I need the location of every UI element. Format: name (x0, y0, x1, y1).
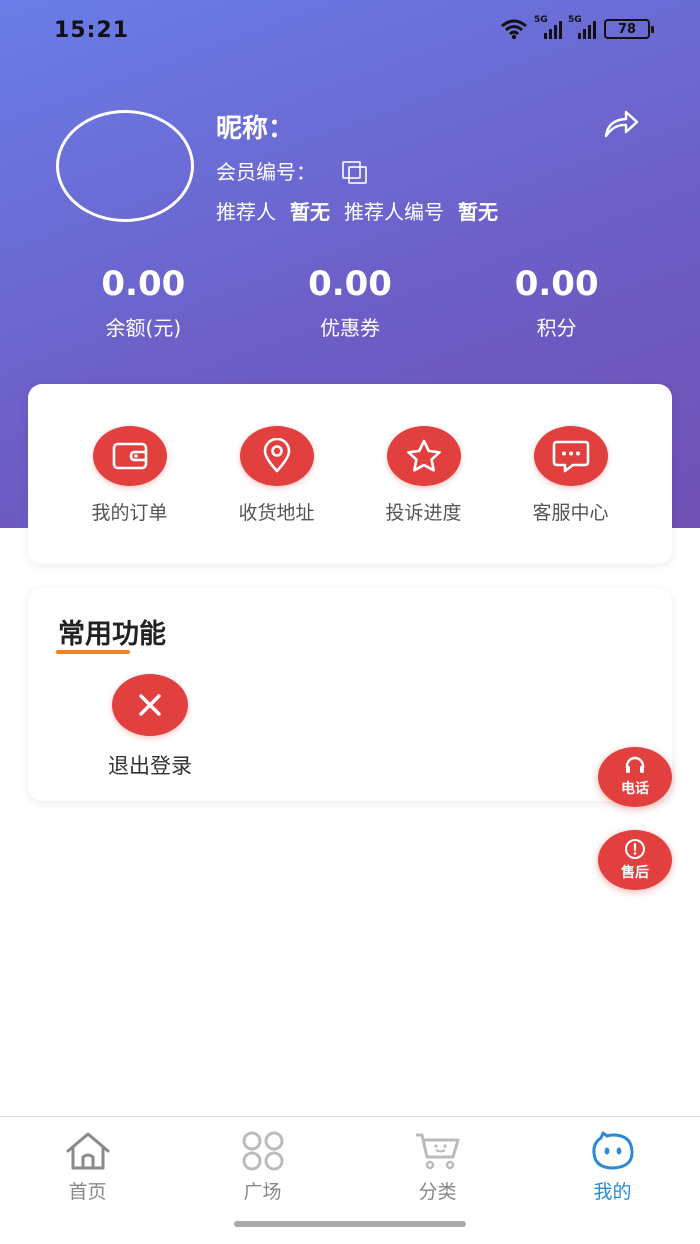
referrer-value: 暂无 (290, 200, 330, 224)
home-icon (66, 1132, 109, 1170)
quick-action-label: 投诉进度 (385, 502, 462, 524)
nickname-label: 昵称： (216, 114, 295, 144)
quick-actions-card: 我的订单 收货地址 投诉进度 客服中心 (28, 384, 672, 564)
stat-coupons[interactable]: 0.00 优惠券 (247, 262, 454, 341)
grid-icon (242, 1131, 283, 1171)
logout-button[interactable]: 退出登录 (90, 674, 210, 780)
tab-home[interactable]: 首页 (0, 1117, 175, 1244)
tab-label: 广场 (243, 1181, 282, 1203)
tab-label: 我的 (593, 1181, 632, 1203)
cart-icon (415, 1133, 459, 1170)
stat-points[interactable]: 0.00 积分 (453, 262, 660, 341)
quick-action-label: 我的订单 (91, 502, 168, 524)
tab-label: 首页 (68, 1181, 107, 1203)
quick-action-complaint[interactable]: 投诉进度 (350, 426, 497, 564)
star-icon (406, 439, 441, 472)
stat-value: 0.00 (101, 264, 186, 304)
smiley-icon (591, 1131, 634, 1170)
referrer-number-label: 推荐人编号 (344, 200, 444, 224)
section-title: 常用功能 (58, 619, 166, 650)
common-functions-card: 常用功能 退出登录 (28, 588, 672, 801)
logout-label: 退出登录 (108, 754, 192, 778)
signal-icon: 5G (534, 15, 562, 39)
share-icon[interactable] (602, 108, 640, 140)
quick-action-orders[interactable]: 我的订单 (56, 426, 203, 564)
stat-balance[interactable]: 0.00 余额(元) (40, 262, 247, 341)
close-icon (139, 694, 161, 716)
chat-bubble-icon (552, 440, 589, 473)
phone-label: 电话 (621, 781, 649, 797)
phone-float-button[interactable]: 电话 (598, 747, 672, 807)
wifi-icon (501, 19, 527, 40)
alert-icon (625, 839, 645, 859)
stat-label: 积分 (536, 316, 577, 340)
copy-icon[interactable] (342, 160, 367, 184)
headset-icon (625, 756, 645, 773)
referrer-row: 推荐人 暂无 推荐人编号 暂无 (216, 196, 498, 225)
avatar[interactable] (56, 110, 194, 222)
battery-icon: 78 (604, 19, 654, 39)
member-number-label: 会员编号： (216, 160, 316, 184)
signal-icon-2: 5G (568, 15, 596, 39)
stat-label: 余额(元) (105, 316, 182, 340)
wallet-icon (112, 442, 147, 470)
quick-action-address[interactable]: 收货地址 (203, 426, 350, 564)
aftersale-label: 售后 (621, 865, 649, 881)
location-pin-icon (263, 438, 290, 473)
status-icons: 5G 5G 78 (500, 15, 654, 40)
title-underline (56, 650, 130, 654)
quick-action-label: 客服中心 (532, 502, 609, 524)
quick-action-service[interactable]: 客服中心 (497, 426, 644, 564)
status-bar: 15:21 5G 5G 78 (0, 0, 700, 64)
referrer-label: 推荐人 (216, 200, 276, 224)
tab-mine[interactable]: 我的 (525, 1117, 700, 1244)
stats-row: 0.00 余额(元) 0.00 优惠券 0.00 积分 (40, 262, 660, 341)
stat-value: 0.00 (308, 264, 392, 304)
status-time: 15:21 (54, 18, 130, 43)
member-number-row: 会员编号： (216, 156, 367, 185)
home-indicator[interactable] (234, 1221, 466, 1227)
aftersale-float-button[interactable]: 售后 (598, 830, 672, 890)
referrer-number-value: 暂无 (458, 200, 498, 224)
quick-action-label: 收货地址 (238, 502, 315, 524)
tab-label: 分类 (418, 1181, 457, 1203)
stat-label: 优惠券 (320, 316, 380, 340)
stat-value: 0.00 (514, 264, 599, 304)
